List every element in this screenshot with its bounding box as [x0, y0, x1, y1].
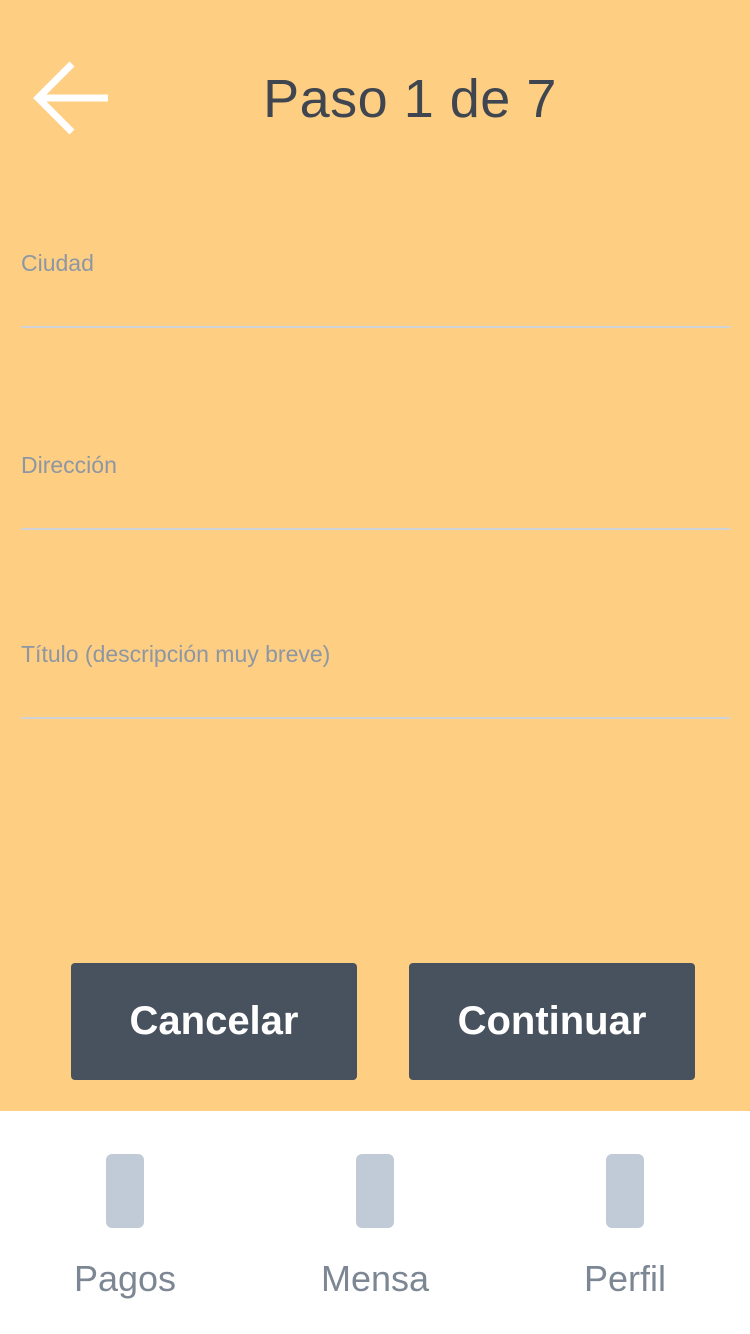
address-input[interactable] [21, 480, 730, 530]
city-label: Ciudad [21, 250, 94, 276]
tab-label: Mensa [320, 1258, 430, 1299]
tab-bar: Pagos Mensa Perfil [0, 1111, 750, 1334]
cancel-button[interactable]: Cancelar [71, 963, 357, 1080]
tab-pagos[interactable]: Pagos [0, 1111, 250, 1334]
tab-mensajes[interactable]: Mensa [250, 1111, 500, 1334]
title-field: Título (descripción muy breve) [21, 639, 730, 719]
perfil-icon [606, 1154, 644, 1228]
city-input[interactable] [21, 278, 730, 328]
title-input[interactable] [21, 669, 730, 719]
app-screen: Paso 1 de 7 Ciudad Dirección Título (des… [0, 0, 750, 1334]
form-screen: Paso 1 de 7 Ciudad Dirección Título (des… [0, 0, 750, 1111]
mensajes-icon [356, 1154, 394, 1228]
city-field: Ciudad [21, 248, 730, 328]
address-field: Dirección [21, 450, 730, 530]
pagos-icon [106, 1154, 144, 1228]
page-title: Paso 1 de 7 [263, 69, 557, 129]
address-label: Dirección [21, 452, 117, 478]
tab-label: Perfil [583, 1258, 667, 1299]
title-label: Título (descripción muy breve) [21, 641, 331, 667]
tab-label: Pagos [73, 1258, 177, 1299]
tab-perfil[interactable]: Perfil [500, 1111, 750, 1334]
continue-button[interactable]: Continuar [409, 963, 695, 1080]
